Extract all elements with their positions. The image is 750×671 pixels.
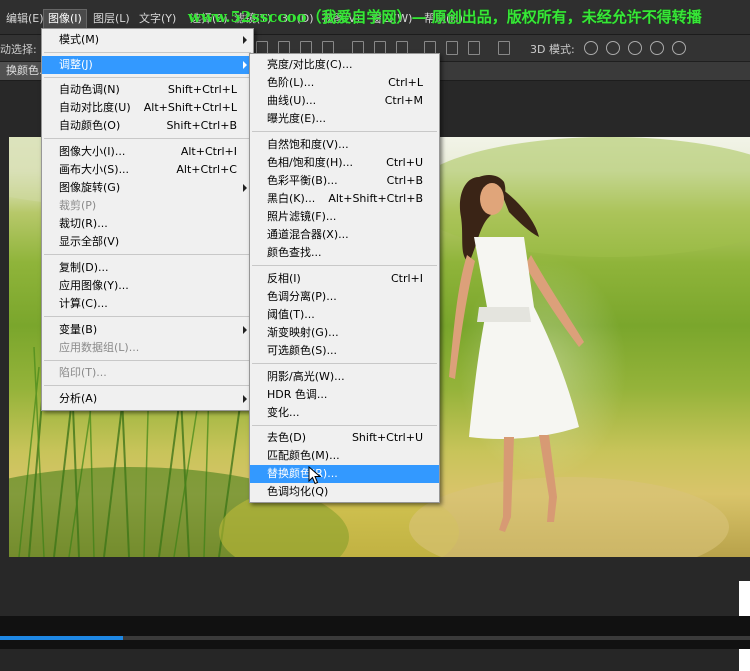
3d-roll-icon[interactable] <box>606 41 620 55</box>
menu-item-exposure[interactable]: 曝光度(E)... <box>250 110 439 128</box>
menu-item-auto-color[interactable]: 自动颜色(O) Shift+Ctrl+B <box>42 117 253 135</box>
menu-item-adjustments[interactable]: 调整(J) <box>42 56 253 74</box>
menu-item-shadows-highlights[interactable]: 阴影/高光(W)... <box>250 368 439 386</box>
menu-item-trap: 陷印(T)... <box>59 366 107 379</box>
mouse-cursor-icon <box>308 466 322 485</box>
submenu-arrow-icon <box>243 61 247 69</box>
3d-mode-label: 3D 模式: <box>530 43 575 56</box>
3d-scale-icon[interactable] <box>672 41 686 55</box>
menu-item-calculations[interactable]: 计算(C)... <box>42 295 253 313</box>
menu-item-auto-tone[interactable]: 自动色调(N) Shift+Ctrl+L <box>42 81 253 99</box>
menu-item-hdr-toning[interactable]: HDR 色调... <box>250 386 439 404</box>
submenu-arrow-icon <box>243 326 247 334</box>
menu-item-posterize[interactable]: 色调分离(P)... <box>250 288 439 306</box>
watermark-text: www.52ssccoo（我爱自学网）— 原创出品，版权所有，未经允许不得转播 <box>188 8 702 26</box>
menu-item-color-lookup[interactable]: 颜色查找... <box>250 244 439 262</box>
menu-item-hue-saturation[interactable]: 色相/饱和度(H)... Ctrl+U <box>250 154 439 172</box>
menu-item-channel-mixer[interactable]: 通道混合器(X)... <box>250 226 439 244</box>
menu-item-match-color[interactable]: 匹配颜色(M)... <box>250 447 439 465</box>
menu-item-equalize[interactable]: 色调均化(Q) <box>250 483 439 501</box>
3d-rotate-icon[interactable] <box>584 41 598 55</box>
adjustments-submenu: 亮度/对比度(C)... 色阶(L)... Ctrl+L 曲线(U)... Ctrl… <box>249 53 440 503</box>
submenu-arrow-icon <box>243 36 247 44</box>
menu-item-canvas-size[interactable]: 画布大小(S)... Alt+Ctrl+C <box>42 161 253 179</box>
menu-image[interactable]: 图像(I) <box>43 9 87 29</box>
menu-item-curves[interactable]: 曲线(U)... Ctrl+M <box>250 92 439 110</box>
menu-item-desaturate[interactable]: 去色(D) Shift+Ctrl+U <box>250 429 439 447</box>
image-menu: 模式(M) 调整(J) 自动色调(N) Shift+Ctrl+L 自动对比度(U)… <box>41 28 254 411</box>
menu-item-photo-filter[interactable]: 照片滤镜(F)... <box>250 208 439 226</box>
menu-layer[interactable]: 图层(L) <box>89 10 134 28</box>
menu-item-selective-color[interactable]: 可选颜色(S)... <box>250 342 439 360</box>
menu-item-image-size[interactable]: 图像大小(I)... Alt+Ctrl+I <box>42 143 253 161</box>
menu-item-mode[interactable]: 模式(M) <box>42 31 253 49</box>
menu-item-duplicate[interactable]: 复制(D)... <box>42 259 253 277</box>
distribute-right-icon[interactable] <box>468 41 480 55</box>
menu-item-brightness-contrast[interactable]: 亮度/对比度(C)... <box>250 56 439 74</box>
menu-item-variables[interactable]: 变量(B) <box>42 321 253 339</box>
menu-item-apply-image[interactable]: 应用图像(Y)... <box>42 277 253 295</box>
menu-item-black-white[interactable]: 黑白(K)... Alt+Shift+Ctrl+B <box>250 190 439 208</box>
menu-item-levels[interactable]: 色阶(L)... Ctrl+L <box>250 74 439 92</box>
menu-item-threshold[interactable]: 阈值(T)... <box>250 306 439 324</box>
submenu-arrow-icon <box>243 184 247 192</box>
menu-item-invert[interactable]: 反相(I) Ctrl+I <box>250 270 439 288</box>
submenu-arrow-icon <box>243 395 247 403</box>
menu-item-analysis[interactable]: 分析(A) <box>42 390 253 408</box>
menu-item-vibrance[interactable]: 自然饱和度(V)... <box>250 136 439 154</box>
3d-pan-icon[interactable] <box>628 41 642 55</box>
distribute-center-icon[interactable] <box>446 41 458 55</box>
menu-item-auto-contrast[interactable]: 自动对比度(U) Alt+Shift+Ctrl+L <box>42 99 253 117</box>
menu-item-replace-color[interactable]: 替换颜色(R)... <box>250 465 439 483</box>
menu-item-color-balance[interactable]: 色彩平衡(B)... Ctrl+B <box>250 172 439 190</box>
menu-item-crop: 裁剪(P) <box>59 199 97 212</box>
auto-select-label: 动选择: <box>0 43 37 56</box>
menu-edit[interactable]: 编辑(E) <box>2 10 48 28</box>
menu-item-variations[interactable]: 变化... <box>250 404 439 422</box>
menu-item-trim[interactable]: 裁切(R)... <box>42 215 253 233</box>
menu-item-apply-data-set: 应用数据组(L)... <box>59 341 140 354</box>
progress-fill <box>0 636 123 640</box>
auto-align-icon[interactable] <box>498 41 510 55</box>
video-timeline[interactable] <box>0 616 750 649</box>
menu-item-gradient-map[interactable]: 渐变映射(G)... <box>250 324 439 342</box>
menu-item-image-rotation[interactable]: 图像旋转(G) <box>42 179 253 197</box>
menu-type[interactable]: 文字(Y) <box>135 10 180 28</box>
menu-item-reveal-all[interactable]: 显示全部(V) <box>42 233 253 251</box>
3d-slide-icon[interactable] <box>650 41 664 55</box>
